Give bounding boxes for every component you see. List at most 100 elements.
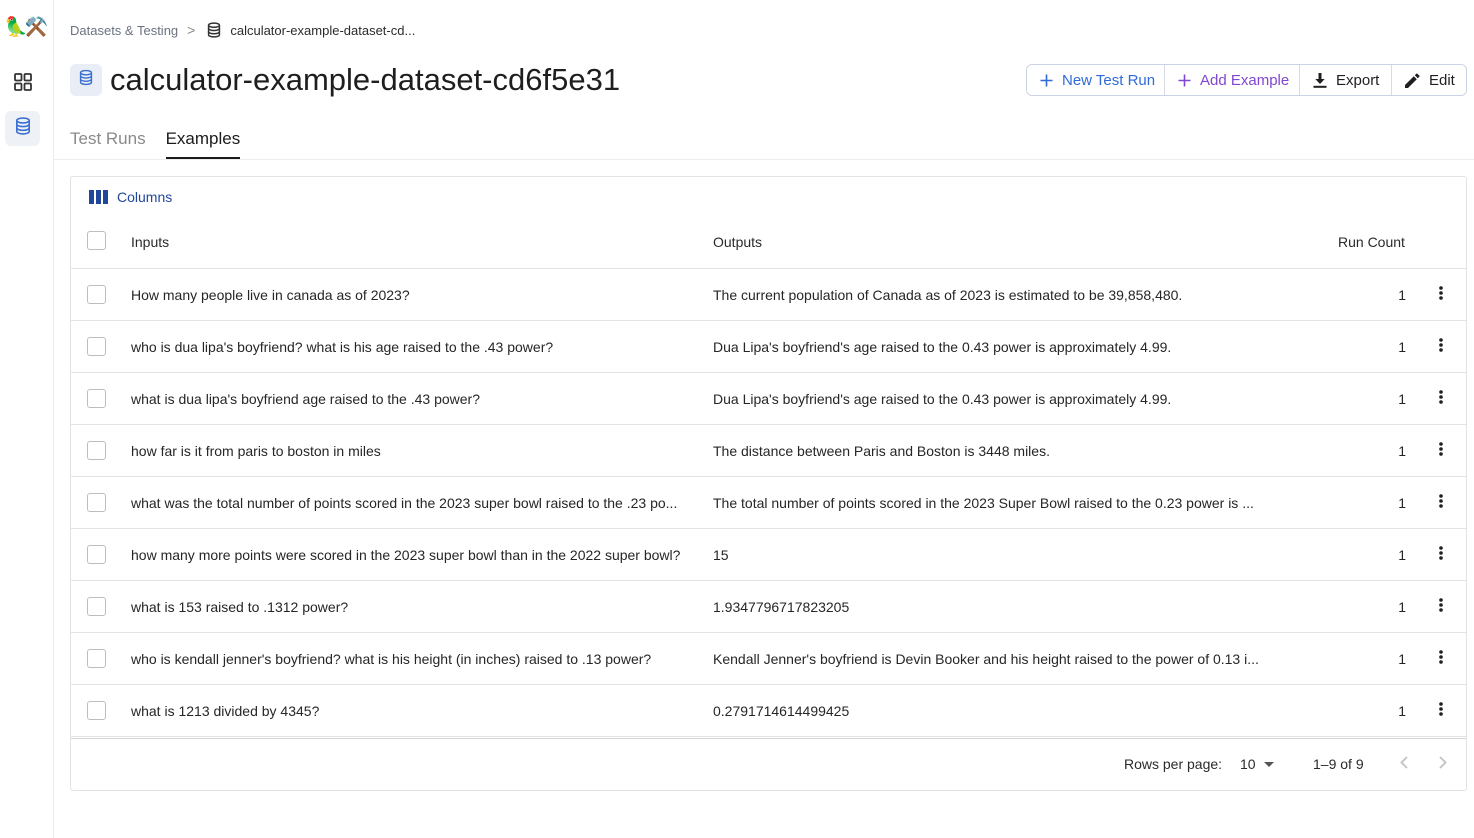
more-vertical-icon bbox=[1439, 389, 1443, 409]
cell-output: 0.2791714614499425 bbox=[713, 703, 850, 719]
tab-test-runs[interactable]: Test Runs bbox=[70, 127, 146, 159]
more-vertical-icon bbox=[1439, 545, 1443, 565]
caret-down-icon bbox=[1263, 761, 1274, 767]
row-checkbox[interactable] bbox=[87, 441, 106, 460]
rail-grid-button[interactable] bbox=[5, 67, 40, 102]
row-checkbox[interactable] bbox=[87, 285, 106, 304]
row-checkbox[interactable] bbox=[87, 493, 106, 512]
more-vertical-icon bbox=[1439, 493, 1443, 513]
cell-input: what is 1213 divided by 4345? bbox=[131, 703, 320, 719]
more-vertical-icon bbox=[1439, 649, 1443, 669]
table-row[interactable]: who is dua lipa's boyfriend? what is his… bbox=[71, 321, 1466, 373]
cell-run-count: 1 bbox=[1398, 651, 1406, 667]
pagination-footer: Rows per page: 10 1–9 of 9 bbox=[71, 738, 1466, 790]
new-test-run-button[interactable]: New Test Run bbox=[1027, 65, 1165, 95]
row-actions-button[interactable] bbox=[1431, 597, 1451, 617]
row-checkbox[interactable] bbox=[87, 649, 106, 668]
cell-input: who is dua lipa's boyfriend? what is his… bbox=[131, 339, 554, 355]
next-page-button[interactable] bbox=[1433, 755, 1453, 775]
cell-output: Dua Lipa's boyfriend's age raised to the… bbox=[713, 391, 1172, 407]
table-row[interactable]: what is 1213 divided by 4345? 0.279171461… bbox=[71, 685, 1466, 737]
cell-input: what is 153 raised to .1312 power? bbox=[131, 599, 349, 615]
cell-output: The distance between Paris and Boston is… bbox=[713, 443, 1050, 459]
left-rail: 🦜⚒️ bbox=[0, 0, 54, 838]
table-row[interactable]: what is dua lipa's boyfriend age raised … bbox=[71, 373, 1466, 425]
row-checkbox[interactable] bbox=[87, 337, 106, 356]
cell-run-count: 1 bbox=[1398, 547, 1406, 563]
cell-output: The total number of points scored in the… bbox=[713, 495, 1254, 511]
export-button[interactable]: Export bbox=[1300, 65, 1392, 95]
rows-per-page-value: 10 bbox=[1240, 756, 1256, 772]
table-header: Inputs Outputs Run Count bbox=[71, 220, 1466, 269]
cell-input: how far is it from paris to boston in mi… bbox=[131, 443, 381, 459]
new-test-run-label: New Test Run bbox=[1062, 71, 1156, 89]
logo[interactable]: 🦜⚒️ bbox=[4, 17, 48, 39]
more-vertical-icon bbox=[1439, 337, 1443, 357]
breadcrumb-datasets-link[interactable]: Datasets & Testing bbox=[70, 23, 178, 38]
cell-input: how many more points were scored in the … bbox=[131, 547, 681, 563]
row-checkbox[interactable] bbox=[87, 545, 106, 564]
breadcrumb-current: calculator-example-dataset-cd... bbox=[230, 22, 416, 38]
tabs-divider bbox=[54, 159, 1474, 160]
download-icon bbox=[1313, 72, 1327, 88]
plus-icon bbox=[1040, 74, 1053, 87]
cell-output: Kendall Jenner's boyfriend is Devin Book… bbox=[713, 651, 1259, 667]
row-actions-button[interactable] bbox=[1431, 337, 1451, 357]
dataset-title-icon bbox=[70, 64, 102, 96]
edit-button[interactable]: Edit bbox=[1392, 65, 1466, 95]
row-checkbox[interactable] bbox=[87, 597, 106, 616]
export-label: Export bbox=[1336, 71, 1380, 89]
pagination-range: 1–9 of 9 bbox=[1313, 756, 1364, 772]
cell-input: How many people live in canada as of 202… bbox=[131, 287, 410, 303]
database-icon bbox=[79, 69, 93, 91]
header-run-count[interactable]: Run Count bbox=[1338, 234, 1405, 250]
plus-icon bbox=[1178, 74, 1191, 87]
table-row[interactable]: How many people live in canada as of 202… bbox=[71, 269, 1466, 321]
database-icon bbox=[15, 117, 31, 140]
chevron-left-icon bbox=[1400, 756, 1408, 774]
add-example-label: Add Example bbox=[1200, 71, 1290, 89]
cell-run-count: 1 bbox=[1398, 599, 1406, 615]
page-title: calculator-example-dataset-cd6f5e31 bbox=[110, 62, 621, 97]
table-row[interactable]: what is 153 raised to .1312 power? 1.9347… bbox=[71, 581, 1466, 633]
header-inputs[interactable]: Inputs bbox=[131, 234, 169, 250]
cell-run-count: 1 bbox=[1398, 339, 1406, 355]
columns-label: Columns bbox=[117, 189, 173, 205]
row-actions-button[interactable] bbox=[1431, 285, 1451, 305]
breadcrumb: Datasets & Testing > calculator-example-… bbox=[70, 21, 415, 39]
cell-run-count: 1 bbox=[1398, 703, 1406, 719]
more-vertical-icon bbox=[1439, 441, 1443, 461]
tab-examples[interactable]: Examples bbox=[165, 127, 241, 159]
table-row[interactable]: how many more points were scored in the … bbox=[71, 529, 1466, 581]
select-all-checkbox[interactable] bbox=[87, 231, 106, 250]
row-actions-button[interactable] bbox=[1431, 545, 1451, 565]
cell-run-count: 1 bbox=[1398, 391, 1406, 407]
chevron-right-icon bbox=[1439, 756, 1447, 774]
table-row[interactable]: what was the total number of points scor… bbox=[71, 477, 1466, 529]
columns-button[interactable]: Columns bbox=[89, 189, 172, 205]
row-checkbox[interactable] bbox=[87, 701, 106, 720]
database-icon bbox=[207, 22, 221, 38]
rows-per-page-select[interactable]: 10 bbox=[1240, 756, 1274, 772]
cell-input: who is kendall jenner's boyfriend? what … bbox=[131, 651, 652, 667]
columns-icon bbox=[89, 190, 108, 204]
previous-page-button[interactable] bbox=[1394, 755, 1414, 775]
grid-icon bbox=[13, 73, 32, 96]
add-example-button[interactable]: Add Example bbox=[1165, 65, 1300, 95]
cell-input: what is dua lipa's boyfriend age raised … bbox=[131, 391, 481, 407]
tab-bar: Test Runs Examples bbox=[70, 127, 260, 159]
row-actions-button[interactable] bbox=[1431, 389, 1451, 409]
more-vertical-icon bbox=[1439, 285, 1443, 305]
header-outputs[interactable]: Outputs bbox=[713, 234, 762, 250]
examples-table-card: Columns Inputs Outputs Run Count How man… bbox=[70, 176, 1467, 791]
cell-output: The current population of Canada as of 2… bbox=[713, 287, 1183, 303]
row-actions-button[interactable] bbox=[1431, 493, 1451, 513]
row-checkbox[interactable] bbox=[87, 389, 106, 408]
row-actions-button[interactable] bbox=[1431, 649, 1451, 669]
rail-datasets-button[interactable] bbox=[5, 111, 40, 146]
table-row[interactable]: who is kendall jenner's boyfriend? what … bbox=[71, 633, 1466, 685]
row-actions-button[interactable] bbox=[1431, 701, 1451, 721]
table-row[interactable]: how far is it from paris to boston in mi… bbox=[71, 425, 1466, 477]
row-actions-button[interactable] bbox=[1431, 441, 1451, 461]
cell-output: 1.9347796717823205 bbox=[713, 599, 850, 615]
